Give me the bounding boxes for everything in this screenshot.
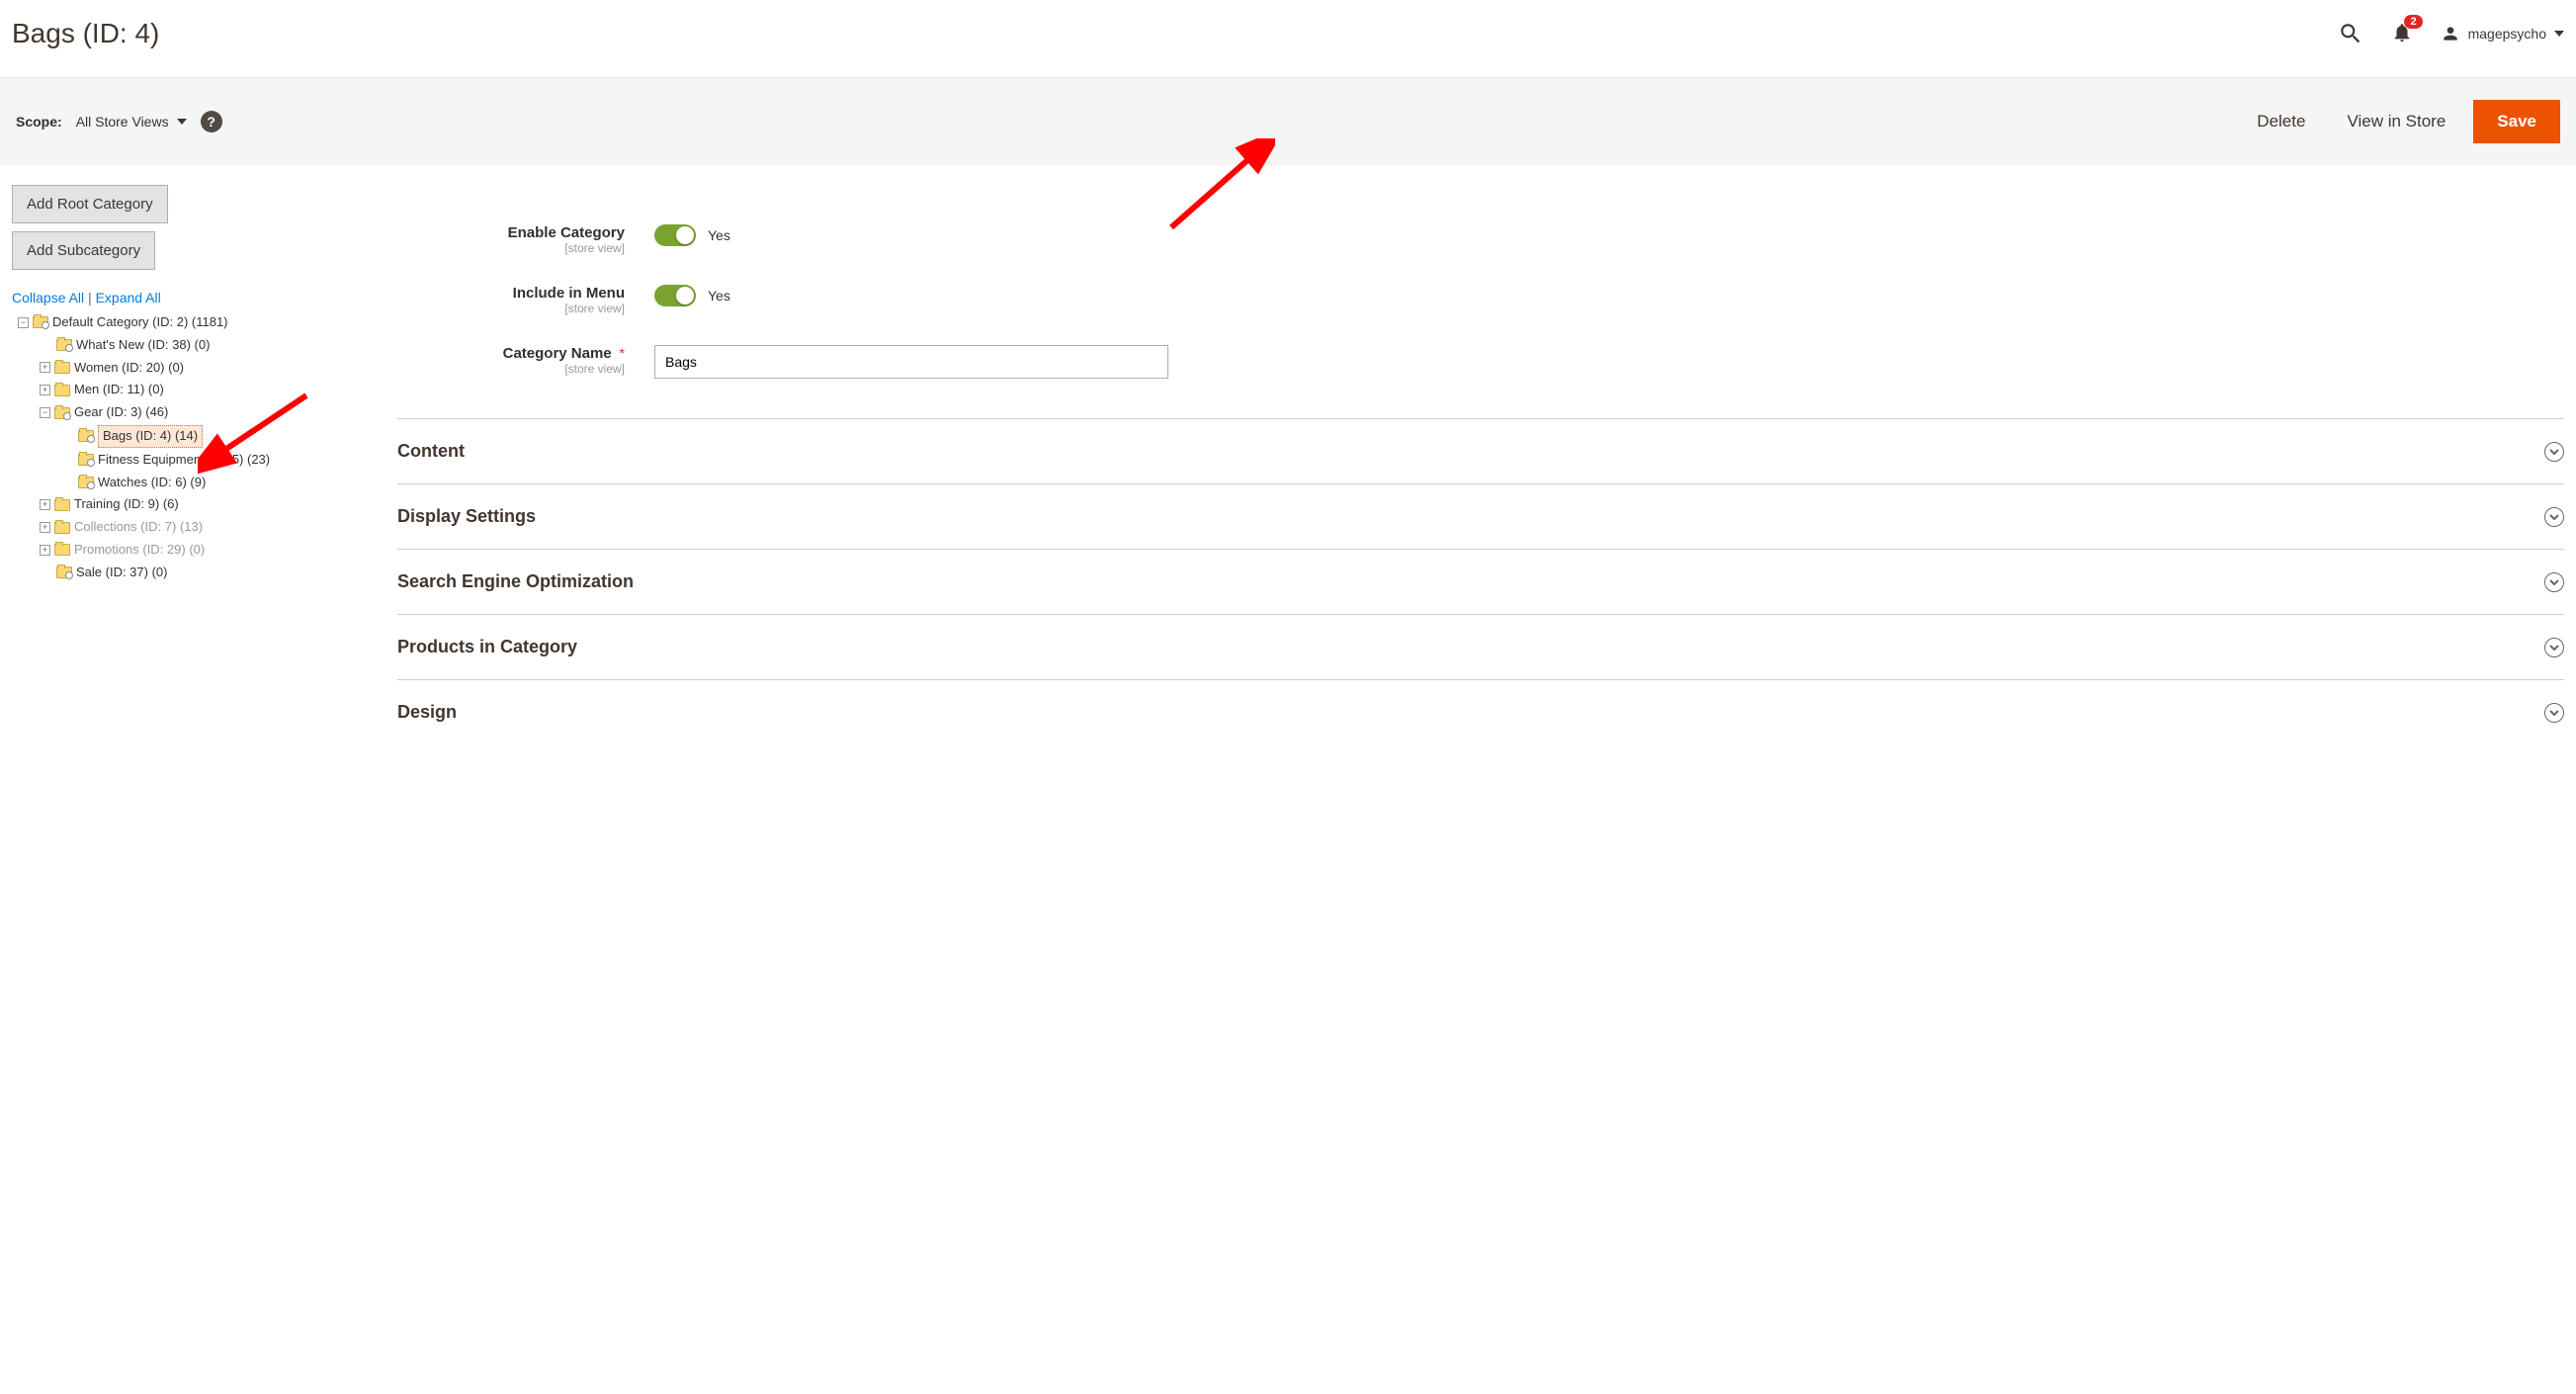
- tree-node-gear[interactable]: − Gear (ID: 3) (46): [40, 401, 378, 424]
- notification-badge: 2: [2404, 15, 2422, 29]
- tree-node-bags[interactable]: Bags (ID: 4) (14): [61, 424, 378, 449]
- delete-button[interactable]: Delete: [2243, 104, 2319, 139]
- tree-node-promotions[interactable]: + Promotions (ID: 29) (0): [40, 539, 378, 562]
- scope-label: Scope:: [16, 114, 62, 130]
- enable-category-toggle[interactable]: [654, 224, 696, 246]
- enable-category-label: Enable Category: [397, 224, 625, 241]
- view-in-store-button[interactable]: View in Store: [2333, 104, 2459, 139]
- folder-icon: [56, 339, 72, 351]
- field-include-in-menu: Include in Menu [store view] Yes: [397, 285, 1208, 315]
- main-form: Enable Category [store view] Yes Include…: [378, 185, 2564, 744]
- tree-node-sale[interactable]: Sale (ID: 37) (0): [40, 562, 378, 584]
- collapse-all-link[interactable]: Collapse All: [12, 290, 84, 305]
- header-actions: 2 magepsycho: [2338, 21, 2564, 46]
- folder-icon: [54, 362, 70, 374]
- expand-all-link[interactable]: Expand All: [96, 290, 161, 305]
- chevron-down-icon: [2544, 507, 2564, 527]
- tree-collapse-icon[interactable]: −: [18, 317, 29, 328]
- field-enable-category: Enable Category [store view] Yes: [397, 224, 1208, 255]
- category-tree: − Default Category (ID: 2) (1181) What's…: [18, 311, 378, 584]
- page-title: Bags (ID: 4): [12, 18, 159, 49]
- folder-icon: [54, 407, 70, 419]
- fieldset-seo[interactable]: Search Engine Optimization: [397, 549, 2564, 614]
- category-name-label: Category Name: [503, 345, 612, 362]
- folder-icon: [54, 385, 70, 396]
- tree-node-default-category[interactable]: − Default Category (ID: 2) (1181): [18, 311, 378, 334]
- tree-node-collections[interactable]: + Collections (ID: 7) (13): [40, 516, 378, 539]
- tree-collapse-icon[interactable]: −: [40, 407, 50, 418]
- chevron-down-icon: [2544, 442, 2564, 462]
- fieldset-products-in-category[interactable]: Products in Category: [397, 614, 2564, 679]
- tree-node-fitness-equipment[interactable]: Fitness Equipment (ID: 5) (23): [61, 449, 378, 472]
- tree-controls: Collapse All | Expand All: [12, 290, 378, 305]
- add-subcategory-button[interactable]: Add Subcategory: [12, 231, 155, 270]
- notifications-button[interactable]: 2: [2391, 22, 2413, 46]
- chevron-down-icon: [2544, 572, 2564, 592]
- fieldset-design[interactable]: Design: [397, 679, 2564, 744]
- tree-node-training[interactable]: + Training (ID: 9) (6): [40, 493, 378, 516]
- search-icon[interactable]: [2338, 21, 2363, 46]
- scope-value: All Store Views: [76, 114, 169, 130]
- fieldset-display-settings[interactable]: Display Settings: [397, 483, 2564, 549]
- folder-icon: [54, 522, 70, 534]
- folder-icon: [78, 454, 94, 466]
- tree-node-watches[interactable]: Watches (ID: 6) (9): [61, 472, 378, 494]
- tree-expand-icon[interactable]: +: [40, 545, 50, 556]
- tree-node-women[interactable]: + Women (ID: 20) (0): [40, 357, 378, 380]
- required-indicator: *: [620, 345, 625, 361]
- tree-expand-icon[interactable]: +: [40, 362, 50, 373]
- tree-expand-icon[interactable]: +: [40, 522, 50, 533]
- folder-icon: [33, 316, 48, 328]
- folder-icon: [56, 566, 72, 578]
- caret-down-icon: [2554, 31, 2564, 37]
- caret-down-icon: [177, 119, 187, 125]
- chevron-down-icon: [2544, 638, 2564, 657]
- action-bar: Scope: All Store Views ? Delete View in …: [0, 77, 2576, 165]
- sidebar: Add Root Category Add Subcategory Collap…: [12, 185, 378, 744]
- save-button[interactable]: Save: [2473, 100, 2560, 143]
- tree-node-whats-new[interactable]: What's New (ID: 38) (0): [40, 334, 378, 357]
- include-in-menu-toggle[interactable]: [654, 285, 696, 306]
- tree-expand-icon[interactable]: +: [40, 499, 50, 510]
- chevron-down-icon: [2544, 703, 2564, 723]
- fieldset-content[interactable]: Content: [397, 418, 2564, 483]
- field-category-name: Category Name * [store view]: [397, 345, 1208, 379]
- folder-icon: [78, 477, 94, 488]
- username: magepsycho: [2468, 26, 2546, 42]
- folder-icon: [54, 544, 70, 556]
- folder-icon: [54, 499, 70, 511]
- include-in-menu-label: Include in Menu: [397, 285, 625, 302]
- tree-expand-icon[interactable]: +: [40, 385, 50, 395]
- page-header: Bags (ID: 4) 2 magepsycho: [0, 0, 2576, 77]
- add-root-category-button[interactable]: Add Root Category: [12, 185, 168, 223]
- help-icon[interactable]: ?: [201, 111, 222, 132]
- scope-selector[interactable]: All Store Views: [76, 114, 187, 130]
- user-icon: [2441, 24, 2460, 44]
- category-name-input[interactable]: [654, 345, 1168, 379]
- folder-icon: [78, 430, 94, 442]
- tree-node-men[interactable]: + Men (ID: 11) (0): [40, 379, 378, 401]
- user-menu[interactable]: magepsycho: [2441, 24, 2564, 44]
